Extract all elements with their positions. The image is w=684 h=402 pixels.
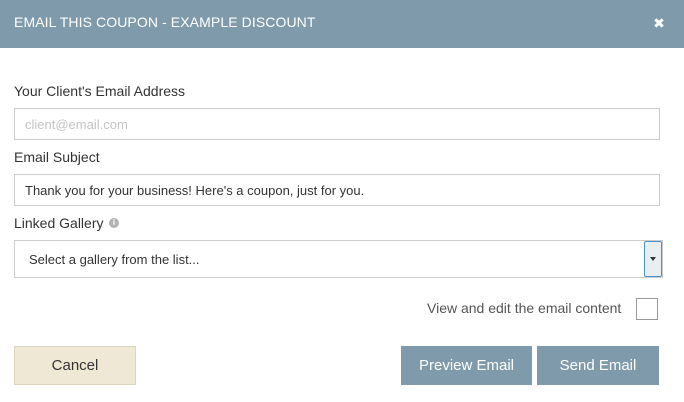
- email-label: Your Client's Email Address: [14, 83, 186, 99]
- edit-content-label: View and edit the email content: [427, 300, 622, 316]
- gallery-select-value: Select a gallery from the list...: [29, 252, 200, 267]
- edit-content-checkbox[interactable]: [636, 298, 658, 320]
- send-email-button[interactable]: Send Email: [537, 346, 659, 385]
- subject-field[interactable]: [14, 174, 660, 206]
- info-icon[interactable]: i: [109, 218, 119, 228]
- gallery-label: Linked Gallery: [14, 215, 104, 231]
- dialog-header: EMAIL THIS COUPON - EXAMPLE DISCOUNT ✖: [0, 0, 684, 48]
- cancel-button[interactable]: Cancel: [14, 346, 136, 385]
- preview-email-button[interactable]: Preview Email: [401, 346, 532, 385]
- close-icon[interactable]: ✖: [650, 14, 668, 32]
- email-coupon-dialog: EMAIL THIS COUPON - EXAMPLE DISCOUNT ✖ Y…: [0, 0, 684, 402]
- chevron-down-icon[interactable]: [644, 241, 662, 277]
- email-field[interactable]: [14, 108, 660, 140]
- dialog-title: EMAIL THIS COUPON - EXAMPLE DISCOUNT: [14, 14, 316, 30]
- subject-label: Email Subject: [14, 149, 100, 165]
- gallery-select[interactable]: Select a gallery from the list...: [14, 240, 663, 278]
